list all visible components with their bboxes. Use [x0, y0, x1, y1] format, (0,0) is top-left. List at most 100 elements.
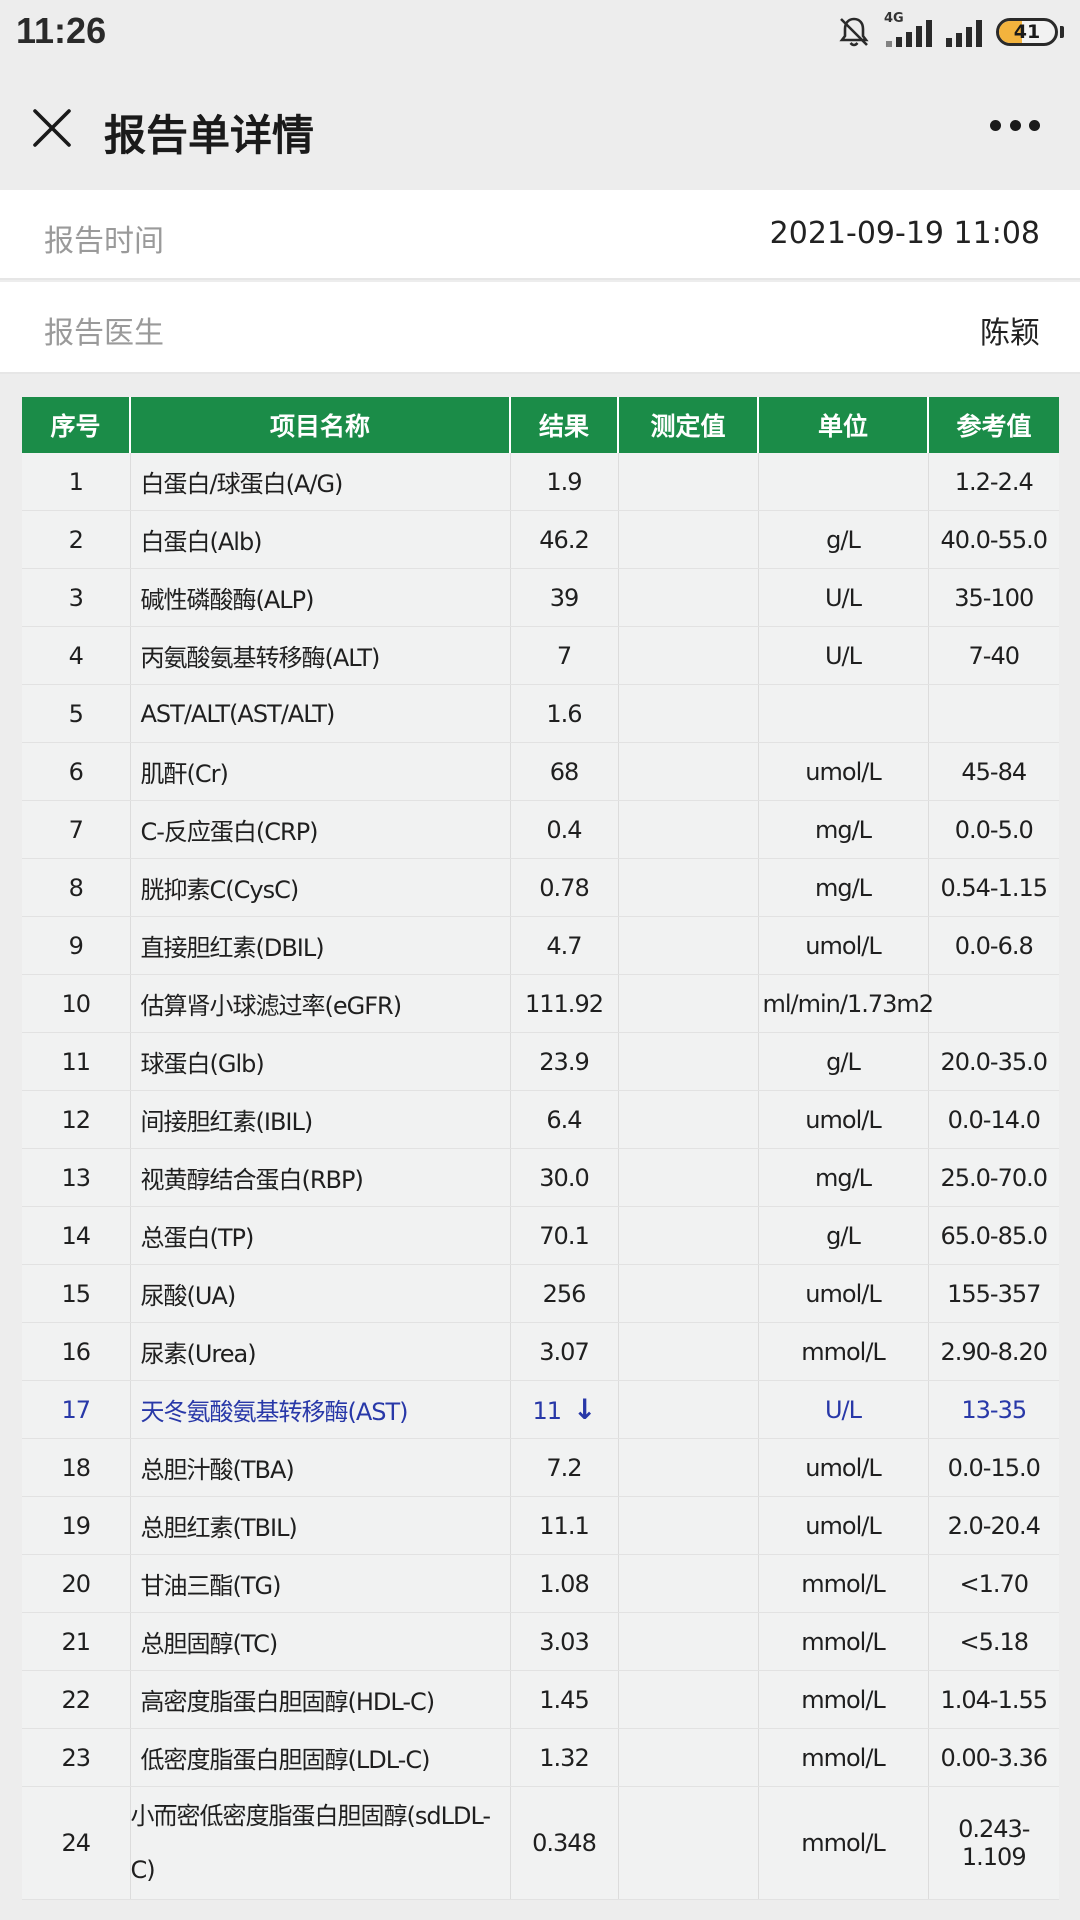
item-name: 丙氨酸氨基转移酶(ALT) — [130, 626, 511, 685]
item-reference: 45-84 — [928, 742, 1059, 801]
item-measured — [618, 742, 759, 801]
table-row: 17 天冬氨酸氨基转移酶(AST) 11 ↓ U/L 13-35 — [22, 1380, 1059, 1439]
item-measured — [618, 1264, 759, 1323]
bell-off-icon — [839, 17, 869, 47]
item-unit: mmol/L — [758, 1322, 929, 1381]
more-icon[interactable] — [990, 118, 1040, 132]
item-unit: ml/min/1.73m2 — [758, 974, 934, 1033]
row-number: 5 — [22, 684, 131, 743]
row-number: 3 — [22, 568, 131, 627]
header-result: 结果 — [510, 397, 619, 453]
table-row: 12 间接胆红素(IBIL) 6.4 umol/L 0.0-14.0 — [22, 1090, 1059, 1149]
header-name: 项目名称 — [130, 397, 511, 453]
report-time-row: 报告时间 2021-09-19 11:08 — [0, 190, 1080, 280]
item-reference — [928, 684, 1059, 743]
more-dot — [1029, 119, 1040, 131]
item-reference: 0.243-1.109 — [928, 1786, 1059, 1900]
row-number: 17 — [22, 1380, 131, 1439]
signal-icon — [946, 17, 982, 47]
item-unit: U/L — [758, 568, 929, 627]
header-measured: 测定值 — [618, 397, 759, 453]
status-time: 11:26 — [16, 10, 107, 51]
item-reference: 2.0-20.4 — [928, 1496, 1059, 1555]
item-result: 1.08 — [510, 1554, 619, 1613]
item-result: 39 — [510, 568, 619, 627]
table-header-row: 序号 项目名称 结果 测定值 单位 参考值 — [22, 397, 1059, 453]
page-title: 报告单详情 — [104, 111, 315, 160]
table-row: 2 白蛋白(Alb) 46.2 g/L 40.0-55.0 — [22, 510, 1059, 569]
item-reference: 0.54-1.15 — [928, 858, 1059, 917]
table-row: 9 直接胆红素(DBIL) 4.7 umol/L 0.0-6.8 — [22, 916, 1059, 975]
nav-bar: 报告单详情 — [0, 66, 1080, 190]
arrow-down-icon: ↓ — [573, 1393, 596, 1426]
item-reference: 0.0-6.8 — [928, 916, 1059, 975]
item-unit: mmol/L — [758, 1786, 929, 1900]
item-reference: 13-35 — [928, 1380, 1059, 1439]
item-name: 白蛋白/球蛋白(A/G) — [130, 453, 511, 511]
item-unit: mmol/L — [758, 1670, 929, 1729]
row-number: 16 — [22, 1322, 131, 1381]
row-number: 4 — [22, 626, 131, 685]
item-name: 低密度脂蛋白胆固醇(LDL-C) — [130, 1728, 511, 1787]
item-measured — [618, 1380, 759, 1439]
item-name: 甘油三酯(TG) — [130, 1554, 511, 1613]
item-unit: mmol/L — [758, 1612, 929, 1671]
item-measured — [618, 568, 759, 627]
item-unit: mmol/L — [758, 1728, 929, 1787]
item-measured — [618, 1090, 759, 1149]
table-row: 22 高密度脂蛋白胆固醇(HDL-C) 1.45 mmol/L 1.04-1.55 — [22, 1670, 1059, 1729]
row-number: 22 — [22, 1670, 131, 1729]
item-result: 11.1 — [510, 1496, 619, 1555]
item-reference — [928, 974, 1059, 1033]
item-name: 估算肾小球滤过率(eGFR) — [130, 974, 511, 1033]
table-row: 24 小而密低密度脂蛋白胆固醇(sdLDL-C) 0.348 mmol/L 0.243-… — [22, 1786, 1059, 1900]
item-result: 256 — [510, 1264, 619, 1323]
item-measured — [618, 1148, 759, 1207]
item-measured — [618, 1206, 759, 1265]
item-name: 总胆汁酸(TBA) — [130, 1438, 511, 1497]
item-name: 间接胆红素(IBIL) — [130, 1090, 511, 1149]
item-result: 1.45 — [510, 1670, 619, 1729]
table-row: 11 球蛋白(Glb) 23.9 g/L 20.0-35.0 — [22, 1032, 1059, 1091]
item-reference: <5.18 — [928, 1612, 1059, 1671]
item-reference: 65.0-85.0 — [928, 1206, 1059, 1265]
item-measured — [618, 453, 759, 511]
table-row: 18 总胆汁酸(TBA) 7.2 umol/L 0.0-15.0 — [22, 1438, 1059, 1497]
table-row: 1 白蛋白/球蛋白(A/G) 1.9 1.2-2.4 — [22, 453, 1059, 511]
row-number: 15 — [22, 1264, 131, 1323]
table-row: 19 总胆红素(TBIL) 11.1 umol/L 2.0-20.4 — [22, 1496, 1059, 1555]
item-result: 3.07 — [510, 1322, 619, 1381]
item-unit: mmol/L — [758, 1554, 929, 1613]
header-unit: 单位 — [758, 397, 929, 453]
item-name: 肌酐(Cr) — [130, 742, 511, 801]
battery-icon: 41 — [996, 18, 1058, 46]
row-number: 20 — [22, 1554, 131, 1613]
item-name: 视黄醇结合蛋白(RBP) — [130, 1148, 511, 1207]
item-unit: g/L — [758, 1032, 929, 1091]
item-name: 高密度脂蛋白胆固醇(HDL-C) — [130, 1670, 511, 1729]
table-row: 20 甘油三酯(TG) 1.08 mmol/L <1.70 — [22, 1554, 1059, 1613]
item-unit: umol/L — [758, 742, 929, 801]
item-result: 23.9 — [510, 1032, 619, 1091]
item-measured — [618, 1728, 759, 1787]
item-result: 68 — [510, 742, 619, 801]
row-number: 18 — [22, 1438, 131, 1497]
item-reference: 0.0-15.0 — [928, 1438, 1059, 1497]
item-unit: umol/L — [758, 916, 929, 975]
item-measured — [618, 684, 759, 743]
table-row: 6 肌酐(Cr) 68 umol/L 45-84 — [22, 742, 1059, 801]
item-result: 11 ↓ — [510, 1380, 619, 1439]
item-unit: umol/L — [758, 1496, 929, 1555]
report-time-value: 2021-09-19 11:08 — [769, 216, 1040, 251]
close-icon[interactable] — [30, 106, 74, 150]
item-measured — [618, 1554, 759, 1613]
item-name: 直接胆红素(DBIL) — [130, 916, 511, 975]
table-row: 21 总胆固醇(TC) 3.03 mmol/L <5.18 — [22, 1612, 1059, 1671]
item-measured — [618, 916, 759, 975]
row-number: 2 — [22, 510, 131, 569]
item-result: 6.4 — [510, 1090, 619, 1149]
item-name: 总胆固醇(TC) — [130, 1612, 511, 1671]
network-type: 4G — [884, 11, 904, 26]
report-doctor-value: 陈颖 — [980, 316, 1040, 351]
item-result: 4.7 — [510, 916, 619, 975]
